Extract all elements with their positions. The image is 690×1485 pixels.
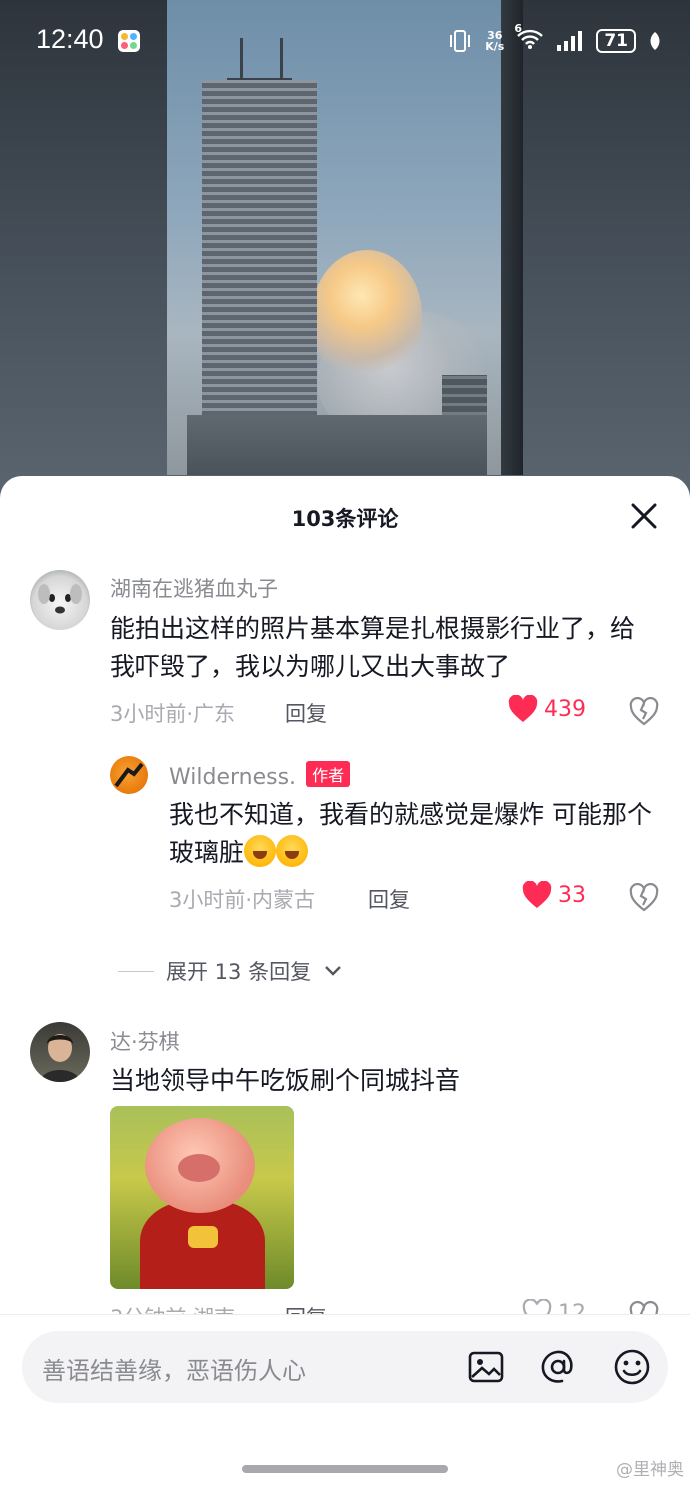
like-button[interactable]: 439: [508, 695, 586, 723]
image-icon[interactable]: [466, 1347, 506, 1387]
avatar[interactable]: [110, 756, 148, 794]
vibrate-icon: [450, 30, 471, 52]
comment-count-title: 103条评论: [291, 507, 399, 531]
comment-text: 当地领导中午吃饭刷个同城抖音: [110, 1066, 461, 1095]
network-speed: 36 K/s: [485, 29, 505, 53]
chevron-down-icon: [325, 966, 341, 976]
sheet-header: 103条评论: [0, 476, 690, 556]
heart-filled-icon: [508, 695, 538, 722]
comment-author[interactable]: Wilderness. 作者: [169, 761, 351, 790]
author-badge: 作者: [306, 761, 351, 787]
battery-indicator: 71: [596, 29, 636, 53]
comment-author[interactable]: 湖南在逃猪血丸子: [110, 573, 278, 603]
sticker-nose: [178, 1154, 220, 1182]
home-indicator[interactable]: [242, 1465, 448, 1473]
reply-button[interactable]: 回复: [368, 884, 410, 914]
at-mention-icon[interactable]: [538, 1347, 578, 1387]
glowing-cloud: [312, 250, 422, 380]
reply-button[interactable]: 回复: [285, 698, 327, 728]
sticker-image[interactable]: [110, 1106, 294, 1289]
status-bar: 12:40 36 K/s 6 71: [0, 0, 690, 80]
status-time: 12:40: [36, 24, 104, 54]
like-count: 33: [558, 882, 586, 908]
comment-text: 我也不知道，我看的就感觉是爆炸 可能那个玻璃脏: [169, 800, 652, 867]
skyscraper: [202, 80, 317, 440]
signal-icon: [557, 31, 583, 51]
comment-text: 能拍出这样的照片基本算是扎根摄影行业了，给我吓毁了，我以为哪儿又出大事故了: [110, 614, 636, 681]
laughing-crying-emoji-icon: [244, 835, 277, 867]
like-button[interactable]: 33: [522, 881, 586, 909]
comment-input[interactable]: 善语结善缘，恶语伤人心: [22, 1331, 668, 1403]
comment-meta: 3小时前·内蒙古: [169, 888, 316, 912]
input-placeholder: 善语结善缘，恶语伤人心: [42, 1357, 306, 1385]
comment-sheet: 103条评论 湖南在逃猪血丸子 能拍出这样的照片基本算是扎根摄影行业了，给我吓毁…: [0, 476, 690, 1485]
divider: [118, 970, 154, 972]
avatar[interactable]: [30, 1022, 90, 1082]
app-notification-icon: [118, 30, 140, 52]
comment-author[interactable]: 达·芬棋: [110, 1026, 180, 1056]
building-base: [187, 415, 487, 475]
comment-meta: 3小时前·广东: [110, 702, 236, 726]
dislike-icon[interactable]: [629, 883, 659, 913]
weibo-watermark: @里神奥: [616, 1460, 684, 1480]
heart-filled-icon: [522, 881, 552, 908]
avatar[interactable]: [30, 570, 90, 630]
status-icons: 36 K/s 6 71: [447, 22, 662, 54]
emoji-icon[interactable]: [612, 1347, 652, 1387]
leaf-icon: [650, 32, 660, 50]
wifi-icon: 6: [514, 22, 544, 54]
dislike-icon[interactable]: [629, 697, 659, 727]
expand-replies-button[interactable]: 展开 13 条回复: [118, 956, 343, 986]
sticker-badge: [188, 1226, 218, 1248]
like-count: 439: [544, 696, 586, 722]
comment-input-bar: 善语结善缘，恶语伤人心 @里神奥: [0, 1314, 690, 1485]
close-icon[interactable]: [626, 498, 662, 534]
laughing-crying-emoji-icon: [276, 835, 309, 867]
